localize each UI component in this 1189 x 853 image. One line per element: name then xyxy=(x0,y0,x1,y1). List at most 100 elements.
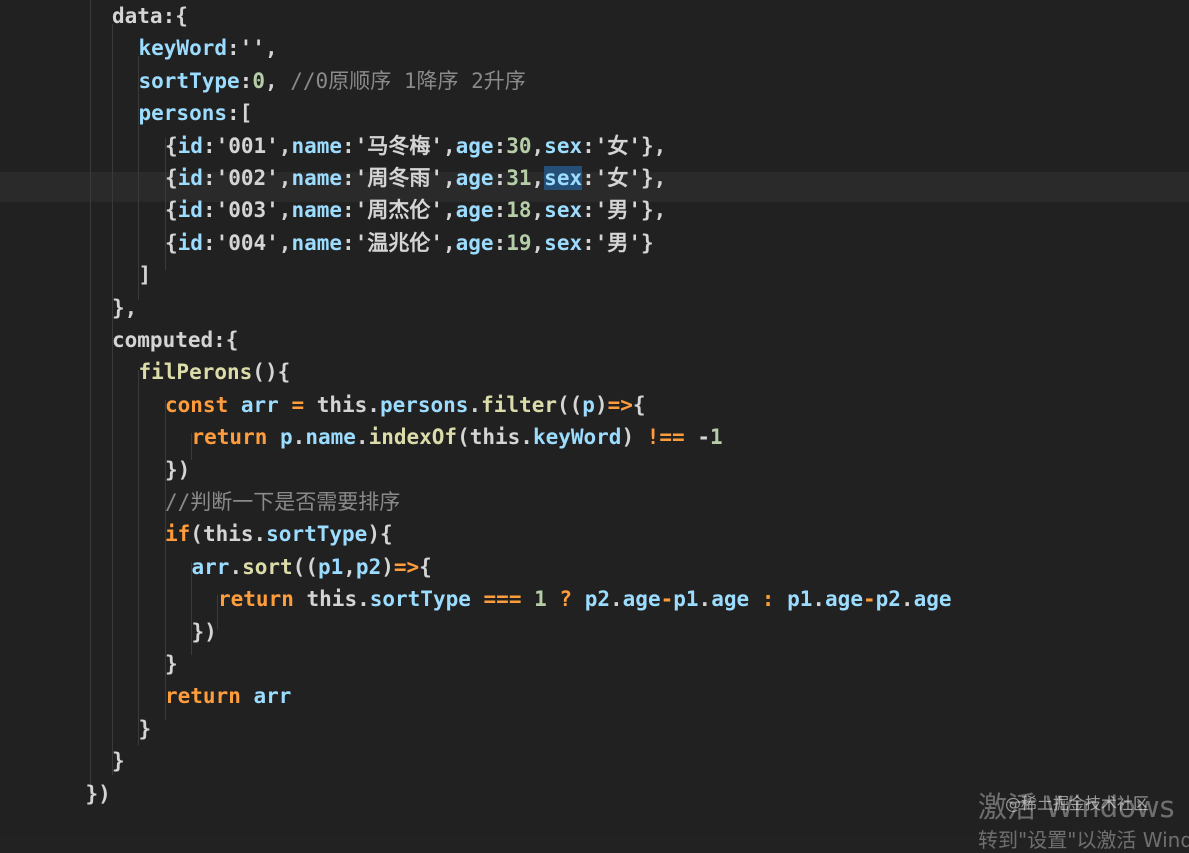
code-token: . xyxy=(355,425,369,450)
code-token: if xyxy=(165,522,191,547)
code-token: => xyxy=(607,392,633,417)
code-token: data:{ xyxy=(112,4,188,28)
code-token: } xyxy=(112,749,125,774)
code-token: - xyxy=(862,587,876,612)
code-token: return xyxy=(165,684,254,709)
code-token: { xyxy=(165,133,178,158)
code-line[interactable]: }) xyxy=(165,454,190,486)
code-token: :'002', xyxy=(202,166,292,190)
code-token: }) xyxy=(191,619,217,644)
code-token: age xyxy=(825,587,863,612)
code-token: arr xyxy=(191,554,230,579)
code-token: sortType xyxy=(266,522,368,547)
code-line[interactable]: const arr = this.persons.filter((p)=>{ xyxy=(165,389,646,421)
code-token: - xyxy=(684,425,710,450)
code-line[interactable]: {id:'004',name:'温兆伦',age:19,sex:'男'} xyxy=(165,227,654,259)
activate-windows-subtitle: 转到"设置"以激活 Windows。 xyxy=(978,828,1189,852)
code-line[interactable]: return arr xyxy=(165,680,291,712)
code-line[interactable]: {id:'003',name:'周杰伦',age:18,sex:'男'}, xyxy=(165,194,666,226)
code-token: age xyxy=(711,587,750,612)
code-token: : xyxy=(493,198,507,223)
code-token: 0 xyxy=(252,68,265,93)
code-token: p xyxy=(280,425,293,450)
code-line[interactable]: }) xyxy=(86,778,111,810)
code-token: - xyxy=(660,587,674,612)
selected-word: sex xyxy=(544,166,583,190)
code-token: age xyxy=(455,166,494,190)
code-line[interactable]: return this.sortType === 1 ? p2.age-p1.a… xyxy=(218,583,952,615)
code-token: , xyxy=(264,68,291,93)
code-token: . xyxy=(292,425,306,450)
code-line[interactable]: {id:'001',name:'马冬梅',age:30,sex:'女'}, xyxy=(165,130,666,162)
code-token: filter xyxy=(481,392,557,417)
code-line[interactable]: filPerons(){ xyxy=(139,356,291,388)
code-line[interactable]: data:{ xyxy=(112,0,188,32)
code-token: return xyxy=(191,425,281,450)
code-token: :'男'}, xyxy=(582,198,667,223)
code-token: persons xyxy=(138,101,228,126)
code-token: { xyxy=(165,230,178,255)
code-token: 18 xyxy=(506,198,532,223)
code-token: ) xyxy=(594,392,608,417)
code-token: arr xyxy=(240,392,279,417)
code-token: :'001', xyxy=(202,133,292,158)
code-line[interactable]: arr.sort((p1,p2)=>{ xyxy=(192,551,432,583)
code-token: . xyxy=(900,587,914,612)
code-line[interactable]: keyWord:'', xyxy=(139,32,278,64)
code-token: :'女'}, xyxy=(582,166,667,190)
code-token: name xyxy=(291,198,343,223)
code-line[interactable]: if(this.sortType){ xyxy=(165,518,393,550)
code-token: age xyxy=(913,587,952,612)
code-line[interactable]: {id:'002',name:'周冬雨',age:31,sex:'女'}, xyxy=(165,162,666,194)
code-token: ) xyxy=(381,554,394,579)
code-token: age xyxy=(455,133,494,158)
code-editor[interactable]: data:{keyWord:'', sortType:0, //0原顺序 1降序 … xyxy=(0,0,1189,852)
code-token: name xyxy=(291,133,343,158)
code-line[interactable]: sortType:0, //0原顺序 1降序 2升序 xyxy=(139,65,526,97)
code-token: id xyxy=(177,166,203,190)
code-token: (this. xyxy=(190,522,267,547)
code-token: 31 xyxy=(506,166,532,190)
code-token: 1 xyxy=(709,425,723,450)
code-token: keyWord xyxy=(532,425,622,450)
code-token: , xyxy=(343,554,356,579)
code-token: //0原顺序 1降序 2升序 xyxy=(290,68,526,93)
code-token: id xyxy=(177,133,203,158)
code-token: 30 xyxy=(506,133,532,158)
code-line[interactable]: return p.name.indexOf(this.keyWord) !== … xyxy=(192,421,723,453)
code-token: . xyxy=(229,554,243,579)
code-token: indexOf xyxy=(368,425,458,450)
code-line[interactable]: } xyxy=(139,713,152,745)
code-token: :'女'}, xyxy=(582,133,667,158)
code-token: arr xyxy=(253,684,292,709)
code-token: age xyxy=(455,198,494,223)
code-token: p xyxy=(582,392,595,417)
code-token: 1 xyxy=(534,587,547,612)
code-token: , xyxy=(264,36,278,61)
code-token: (( xyxy=(556,392,583,417)
code-token: persons xyxy=(379,392,469,417)
community-watermark: @稀土掘金技术社区 xyxy=(1005,794,1150,813)
code-token: keyWord xyxy=(138,36,228,61)
code-token: sex xyxy=(544,198,583,223)
indent-guide xyxy=(90,0,91,800)
code-token: return xyxy=(218,587,307,612)
code-token: sortType xyxy=(138,68,240,93)
code-token: p2 xyxy=(355,554,382,579)
indent-guide xyxy=(138,370,139,745)
code-token: :'' xyxy=(227,36,265,61)
code-line[interactable]: //判断一下是否需要排序 xyxy=(165,486,400,518)
code-token: = xyxy=(278,392,317,417)
code-line[interactable]: ] xyxy=(139,259,152,291)
code-line[interactable]: } xyxy=(165,648,178,680)
code-token: computed:{ xyxy=(112,328,239,352)
code-token: ] xyxy=(138,263,152,288)
code-token: :'男'} xyxy=(582,230,654,255)
code-line[interactable]: }, xyxy=(112,292,137,324)
code-line[interactable]: } xyxy=(112,745,125,777)
code-line[interactable]: persons:[ xyxy=(139,97,253,129)
code-line[interactable]: computed:{ xyxy=(112,324,238,356)
code-token: }) xyxy=(165,457,191,482)
code-token: sortType xyxy=(369,587,471,612)
code-line[interactable]: }) xyxy=(192,616,217,648)
